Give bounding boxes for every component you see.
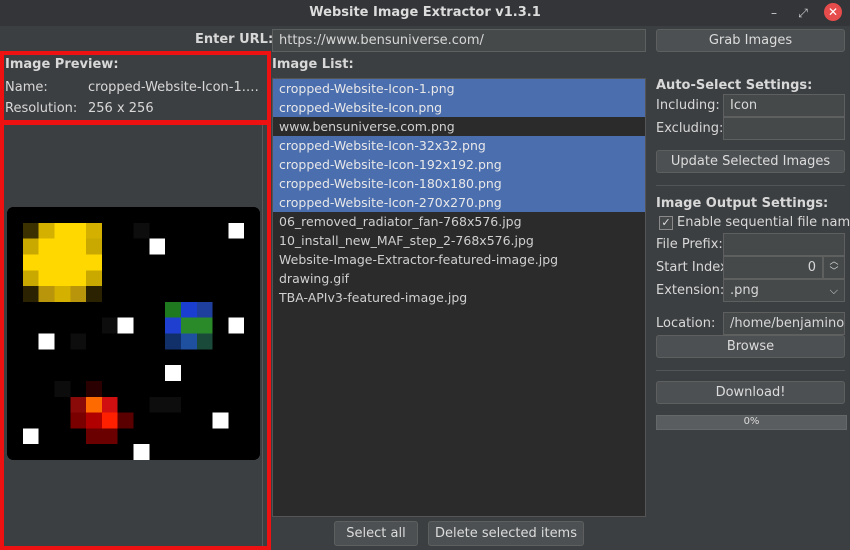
sequential-checkbox[interactable]: ✓ [659,216,673,230]
sequential-label: Enable sequential file names [677,215,850,230]
close-button[interactable]: ✕ [824,3,842,21]
spin-down-icon[interactable]: ﹀ [824,267,844,277]
preview-name-label: Name: [5,80,48,95]
image-list-heading: Image List: [272,57,354,72]
list-item[interactable]: cropped-Website-Icon-1.png [273,79,645,98]
list-item[interactable]: TBA-APIv3-featured-image.jpg [273,288,645,307]
maximize-button[interactable]: ⤢ [794,4,812,22]
file-prefix-label: File Prefix: [656,237,723,252]
extension-label: Extension: [656,283,725,298]
list-item[interactable]: www.bensuniverse.com.png [273,117,645,136]
select-all-button[interactable]: Select all [334,521,418,546]
including-input[interactable]: Icon [723,94,845,117]
list-item[interactable]: cropped-Website-Icon.png [273,98,645,117]
preview-resolution-value: 256 x 256 [88,101,154,116]
list-item[interactable]: drawing.gif [273,269,645,288]
including-label: Including: [656,98,720,113]
preview-image [7,207,260,460]
extension-select[interactable]: .png ⌵ [723,279,845,302]
location-input[interactable]: /home/benjaminow [723,312,845,335]
preview-heading: Image Preview: [5,57,119,72]
location-label: Location: [656,316,716,331]
separator [656,185,845,186]
preview-name-value: cropped-Website-Icon-1.png [88,80,260,95]
update-selected-button[interactable]: Update Selected Images [656,150,845,173]
download-button[interactable]: Download! [656,381,845,404]
list-item[interactable]: cropped-Website-Icon-192x192.png [273,155,645,174]
file-prefix-input[interactable] [723,233,845,256]
excluding-label: Excluding: [656,121,724,136]
download-progress-bar: 0% [656,415,847,430]
url-input[interactable]: https://www.bensuniverse.com/ [272,29,646,52]
spin-up-icon[interactable]: ︿ [824,257,844,267]
list-item[interactable]: cropped-Website-Icon-180x180.png [273,174,645,193]
list-item[interactable]: 06_removed_radiator_fan-768x576.jpg [273,212,645,231]
start-index-input[interactable]: 0 [723,256,823,279]
extension-value: .png [730,283,759,298]
output-settings-heading: Image Output Settings: [656,196,829,211]
minimize-button[interactable]: – [765,4,783,22]
url-label: Enter URL: [195,32,274,47]
separator [656,370,845,371]
start-index-spinner[interactable]: ︿ ﹀ [823,256,845,279]
chevron-down-icon: ⌵ [829,284,838,297]
delete-selected-button[interactable]: Delete selected items [428,521,584,546]
browse-button[interactable]: Browse [656,335,845,358]
list-item[interactable]: 10_install_new_MAF_step_2-768x576.jpg [273,231,645,250]
auto-select-heading: Auto-Select Settings: [656,78,813,93]
list-item[interactable]: Website-Image-Extractor-featured-image.j… [273,250,645,269]
list-item[interactable]: cropped-Website-Icon-32x32.png [273,136,645,155]
image-list[interactable]: cropped-Website-Icon-1.png cropped-Websit… [272,78,646,517]
start-index-label: Start Index: [656,260,733,275]
check-icon: ✓ [661,216,671,229]
excluding-input[interactable] [723,117,845,140]
window-title: Website Image Extractor v1.3.1 [309,5,541,20]
list-item[interactable]: cropped-Website-Icon-270x270.png [273,193,645,212]
grab-images-button[interactable]: Grab Images [656,29,845,52]
preview-resolution-label: Resolution: [5,101,78,116]
